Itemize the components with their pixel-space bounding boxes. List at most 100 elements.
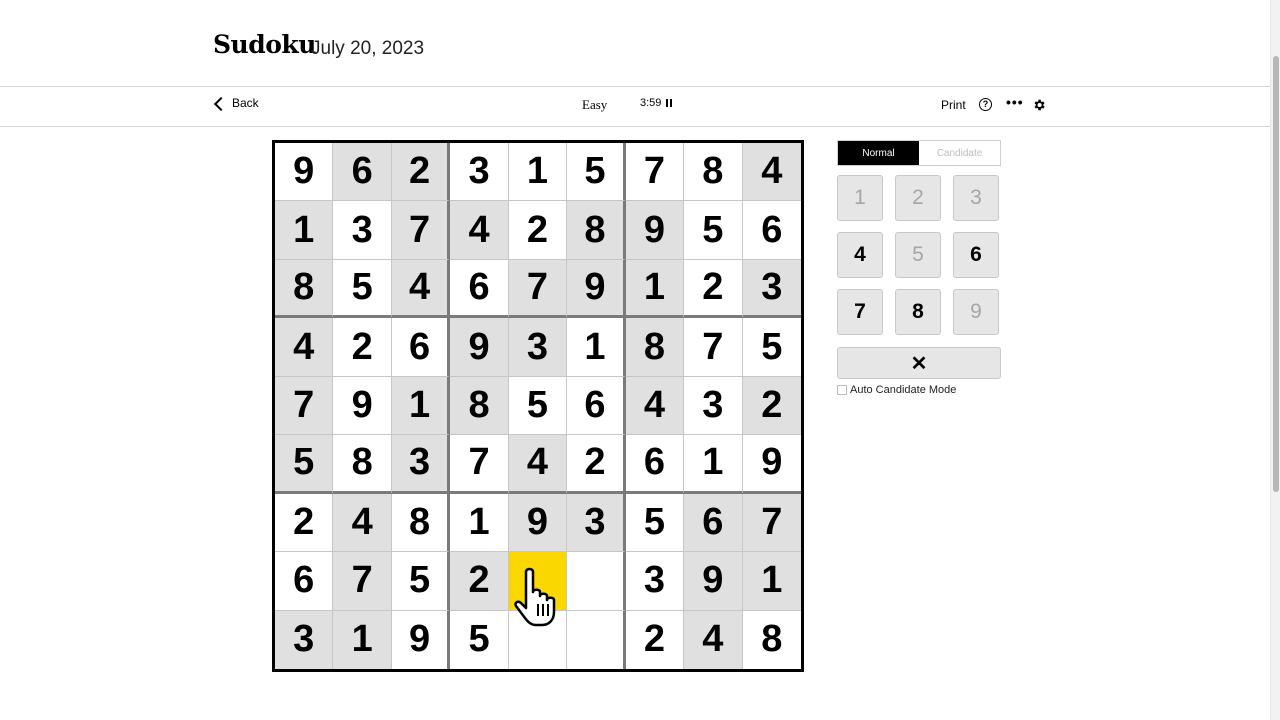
board-cell[interactable]: 1 [275, 201, 334, 260]
normal-mode-button[interactable]: Normal [838, 141, 919, 165]
board-cell[interactable]: 5 [275, 435, 334, 494]
board-cell[interactable]: 1 [391, 376, 451, 436]
number-key-8[interactable]: 8 [895, 289, 941, 335]
board-cell[interactable]: 7 [391, 201, 451, 260]
board-cell[interactable]: 6 [625, 435, 685, 494]
gear-icon[interactable] [1032, 98, 1046, 112]
board-cell[interactable]: 8 [625, 318, 685, 377]
scrollbar-thumb[interactable] [1273, 56, 1279, 492]
board-cell[interactable]: 2 [450, 552, 509, 611]
number-key-4[interactable]: 4 [837, 232, 883, 278]
print-button[interactable]: Print [941, 98, 966, 112]
page-scrollbar[interactable] [1270, 0, 1280, 720]
number-key-6[interactable]: 6 [953, 232, 999, 278]
board-cell[interactable]: 3 [684, 376, 743, 436]
board-cell[interactable]: 3 [275, 610, 334, 669]
more-icon[interactable]: ••• [1006, 94, 1024, 110]
board-cell[interactable] [567, 552, 626, 611]
board-cell[interactable]: 9 [625, 201, 685, 260]
board-cell[interactable]: 2 [333, 318, 392, 377]
board-cell[interactable]: 4 [391, 259, 451, 319]
board-cell[interactable]: 8 [333, 435, 392, 494]
board-cell[interactable]: 5 [333, 259, 392, 319]
board-cell[interactable]: 3 [391, 435, 451, 494]
board-cell[interactable]: 5 [625, 493, 685, 553]
board-cell[interactable]: 9 [333, 376, 392, 436]
board-cell[interactable]: 1 [625, 259, 685, 319]
board-cell[interactable]: 4 [508, 435, 568, 494]
board-cell[interactable]: 8 [684, 143, 743, 202]
board-cell[interactable]: 3 [625, 552, 685, 611]
number-key-5[interactable]: 5 [895, 232, 941, 278]
board-cell[interactable]: 9 [450, 318, 509, 377]
board-cell[interactable]: 5 [450, 610, 509, 669]
board-cell[interactable]: 2 [508, 201, 568, 260]
board-cell[interactable]: 7 [684, 318, 743, 377]
board-cell[interactable]: 7 [275, 376, 334, 436]
board-cell[interactable]: 4 [684, 610, 743, 669]
number-key-7[interactable]: 7 [837, 289, 883, 335]
board-cell[interactable]: 3 [742, 259, 801, 319]
back-button[interactable]: Back [213, 96, 259, 111]
candidate-mode-button[interactable]: Candidate [919, 141, 1000, 165]
board-cell[interactable]: 8 [391, 493, 451, 553]
board-cell[interactable]: 7 [742, 493, 801, 553]
board-cell[interactable]: 9 [684, 552, 743, 611]
number-key-2[interactable]: 2 [895, 175, 941, 221]
board-cell[interactable]: 8 [275, 259, 334, 319]
board-cell[interactable] [508, 610, 568, 669]
board-cell[interactable]: 2 [275, 493, 334, 553]
board-cell[interactable]: 2 [684, 259, 743, 319]
board-cell[interactable]: 3 [333, 201, 392, 260]
board-cell[interactable]: 6 [450, 259, 509, 319]
board-cell[interactable] [508, 552, 568, 611]
board-cell[interactable]: 7 [333, 552, 392, 611]
board-cell[interactable]: 5 [391, 552, 451, 611]
board-cell[interactable]: 1 [333, 610, 392, 669]
board-cell[interactable]: 4 [333, 493, 392, 553]
board-cell[interactable]: 7 [625, 143, 685, 202]
board-cell[interactable]: 3 [567, 493, 626, 553]
board-cell[interactable]: 5 [742, 318, 801, 377]
board-cell[interactable]: 5 [684, 201, 743, 260]
board-cell[interactable]: 7 [508, 259, 568, 319]
board-cell[interactable]: 9 [742, 435, 801, 494]
board-cell[interactable]: 6 [391, 318, 451, 377]
board-cell[interactable]: 2 [567, 435, 626, 494]
pause-icon[interactable] [666, 99, 673, 107]
board-cell[interactable]: 1 [450, 493, 509, 553]
board-cell[interactable]: 1 [742, 552, 801, 611]
board-cell[interactable]: 6 [684, 493, 743, 553]
erase-button[interactable]: ✕ [837, 347, 1001, 379]
board-cell[interactable]: 4 [625, 376, 685, 436]
board-cell[interactable]: 6 [333, 143, 392, 202]
board-cell[interactable]: 9 [391, 610, 451, 669]
number-key-1[interactable]: 1 [837, 175, 883, 221]
board-cell[interactable]: 9 [508, 493, 568, 553]
board-cell[interactable]: 4 [742, 143, 801, 202]
number-key-9[interactable]: 9 [953, 289, 999, 335]
board-cell[interactable]: 5 [508, 376, 568, 436]
board-cell[interactable]: 9 [567, 259, 626, 319]
auto-candidate-checkbox[interactable] [837, 385, 847, 395]
board-cell[interactable]: 8 [567, 201, 626, 260]
board-cell[interactable]: 4 [275, 318, 334, 377]
board-cell[interactable]: 3 [450, 143, 509, 202]
board-cell[interactable]: 1 [508, 143, 568, 202]
board-cell[interactable]: 1 [567, 318, 626, 377]
board-cell[interactable]: 3 [508, 318, 568, 377]
board-cell[interactable]: 5 [567, 143, 626, 202]
board-cell[interactable]: 9 [275, 143, 334, 202]
board-cell[interactable]: 8 [742, 610, 801, 669]
board-cell[interactable]: 2 [625, 610, 685, 669]
board-cell[interactable]: 1 [684, 435, 743, 494]
board-cell[interactable]: 6 [742, 201, 801, 260]
board-cell[interactable]: 8 [450, 376, 509, 436]
number-key-3[interactable]: 3 [953, 175, 999, 221]
board-cell[interactable]: 4 [450, 201, 509, 260]
board-cell[interactable]: 2 [742, 376, 801, 436]
help-icon[interactable]: ? [979, 98, 992, 111]
board-cell[interactable]: 2 [391, 143, 451, 202]
board-cell[interactable] [567, 610, 626, 669]
board-cell[interactable]: 6 [275, 552, 334, 611]
